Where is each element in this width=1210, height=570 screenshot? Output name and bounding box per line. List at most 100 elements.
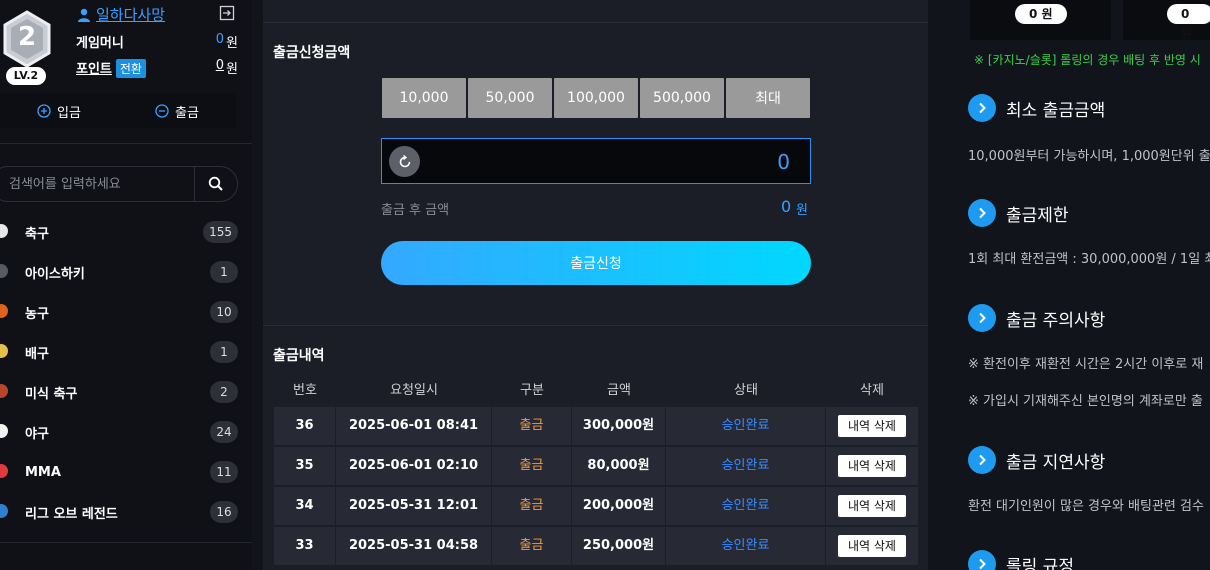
sport-count: 10 (210, 301, 238, 323)
amount-10000-button[interactable]: 10,000 (382, 78, 466, 118)
row-status: 승인완료 (666, 487, 826, 525)
search-box (0, 166, 238, 202)
table-row: 33 2025-05-31 04:58 출금 250,000원 승인완료 내역 … (274, 527, 918, 565)
info-title: 최소 출금금액 (1006, 100, 1106, 121)
row-date: 2025-06-01 02:10 (336, 447, 492, 485)
column-header: 번호 (293, 382, 317, 398)
balance-pill: 0 원 (1015, 4, 1067, 24)
user-row[interactable]: 일하다사망 (76, 4, 165, 25)
sport-item-lol[interactable]: 리그 오브 레전드 16 (0, 492, 252, 532)
row-date: 2025-05-31 12:01 (336, 487, 492, 525)
balance-pill: 0 원 (1167, 4, 1210, 41)
info-title: 롤링 규정 (1006, 556, 1074, 570)
sport-count: 16 (210, 501, 238, 523)
withdraw-submit-button[interactable]: 출금신청 (381, 241, 811, 285)
amount-500000-button[interactable]: 500,000 (640, 78, 724, 118)
deposit-withdraw-bar: 입금 출금 (0, 94, 236, 128)
user-profile: 2 LV.2 일하다사망 게임머니 0 원 포인트 전환 0 원 (0, 0, 252, 92)
hockey-puck-icon (0, 264, 8, 278)
point-unit: 원 (226, 62, 238, 77)
sport-item-soccer[interactable]: 축구 155 (0, 212, 252, 252)
baseball-icon (0, 424, 8, 438)
divider (0, 542, 252, 543)
table-row: 35 2025-06-01 02:10 출금 80,000원 승인완료 내역 삭… (274, 447, 918, 485)
info-text: ※ 환전이후 재환전 시간은 2시간 이후로 재 (968, 357, 1204, 372)
deposit-label: 입금 (57, 105, 81, 121)
withdraw-panel: 출금신청금액 10,000 50,000 100,000 500,000 최대 … (263, 0, 928, 570)
balance-card: 0 원 (1123, 0, 1210, 41)
chevron-right-icon (968, 550, 996, 570)
deposit-button[interactable]: 입금 (0, 94, 118, 128)
sport-item-icehockey[interactable]: 아이스하키 1 (0, 252, 252, 292)
delete-history-button[interactable]: 내역 삭제 (838, 535, 906, 557)
delete-history-button[interactable]: 내역 삭제 (838, 495, 906, 517)
minus-circle-icon (155, 104, 169, 118)
column-header: 상태 (734, 382, 758, 398)
row-status: 승인완료 (666, 407, 826, 445)
divider (263, 22, 928, 23)
sidebar: 2 LV.2 일하다사망 게임머니 0 원 포인트 전환 0 원 입금 출금 검… (0, 0, 252, 570)
chevron-right-icon (968, 304, 996, 332)
reset-button[interactable] (389, 146, 420, 177)
sport-count: 155 (203, 221, 238, 243)
row-date: 2025-06-01 08:41 (336, 407, 492, 445)
row-delete-cell: 내역 삭제 (826, 407, 918, 445)
point-value: 0 (215, 58, 224, 73)
game-money-unit: 원 (226, 36, 238, 51)
withdraw-button[interactable]: 출금 (118, 94, 236, 128)
sport-item-mma[interactable]: MMA 11 (0, 452, 252, 492)
sport-name: 리그 오브 레전드 (25, 506, 118, 522)
row-delete-cell: 내역 삭제 (826, 527, 918, 565)
withdraw-amount-title: 출금신청금액 (273, 45, 351, 61)
sport-item-basketball[interactable]: 농구 10 (0, 292, 252, 332)
table-header: 번호 요청일시 구분 금액 상태 삭제 (274, 369, 918, 407)
point-label[interactable]: 포인트 (76, 62, 112, 77)
logout-icon[interactable] (219, 5, 235, 21)
row-type: 출금 (492, 447, 572, 485)
amount-50000-button[interactable]: 50,000 (468, 78, 552, 118)
sport-list: 축구 155 아이스하키 1 농구 10 배구 1 미식 축구 2 야구 24 … (0, 212, 252, 532)
withdraw-amount-value[interactable]: 0 (777, 150, 790, 174)
row-amount: 200,000원 (572, 487, 666, 525)
amount-max-button[interactable]: 최대 (726, 78, 810, 118)
amount-100000-button[interactable]: 100,000 (554, 78, 638, 118)
sport-name: 배구 (25, 346, 49, 362)
after-withdraw-unit: 원 (796, 203, 808, 218)
user-icon (78, 8, 90, 22)
sport-item-american-football[interactable]: 미식 축구 2 (0, 372, 252, 412)
chevron-right-icon (968, 199, 996, 227)
username-link[interactable]: 일하다사망 (96, 4, 165, 25)
sport-name: 야구 (25, 426, 49, 442)
sport-count: 24 (210, 421, 238, 443)
info-text: 10,000원부터 가능하시며, 1,000원단위 출 (968, 149, 1210, 164)
info-title: 출금제한 (1006, 205, 1069, 226)
info-section-head: 출금 주의사항 (968, 304, 1105, 332)
withdraw-amount-field[interactable]: 0 (381, 138, 811, 184)
sport-count: 1 (210, 261, 238, 283)
table-row: 34 2025-05-31 12:01 출금 200,000원 승인완료 내역 … (274, 487, 918, 525)
search-button[interactable] (195, 167, 237, 201)
chevron-right-icon (968, 446, 996, 474)
delete-history-button[interactable]: 내역 삭제 (838, 455, 906, 477)
boxing-glove-icon (0, 464, 8, 478)
sport-item-baseball[interactable]: 야구 24 (0, 412, 252, 452)
row-type: 출금 (492, 487, 572, 525)
search-input[interactable] (0, 167, 196, 201)
row-type: 출금 (492, 527, 572, 565)
sport-count: 1 (210, 341, 238, 363)
point-row: 포인트 전환 0 원 (76, 58, 238, 78)
sport-name: 미식 축구 (25, 386, 78, 402)
sport-item-volleyball[interactable]: 배구 1 (0, 332, 252, 372)
game-money-value: 0 (215, 32, 224, 47)
row-date: 2025-05-31 04:58 (336, 527, 492, 565)
search-icon (208, 176, 223, 191)
level-badge: LV.2 (6, 67, 46, 85)
delete-history-button[interactable]: 내역 삭제 (838, 415, 906, 437)
sport-count: 2 (210, 381, 238, 403)
column-header: 금액 (607, 382, 631, 398)
basketball-icon (0, 304, 8, 318)
sport-name: MMA (25, 464, 61, 480)
refresh-icon (399, 154, 410, 167)
point-convert-button[interactable]: 전환 (115, 59, 146, 78)
info-panel: 0 원 0 원 ※ [카지노/슬롯] 롤링의 경우 배팅 후 반영 시 최소 출… (938, 0, 1210, 570)
